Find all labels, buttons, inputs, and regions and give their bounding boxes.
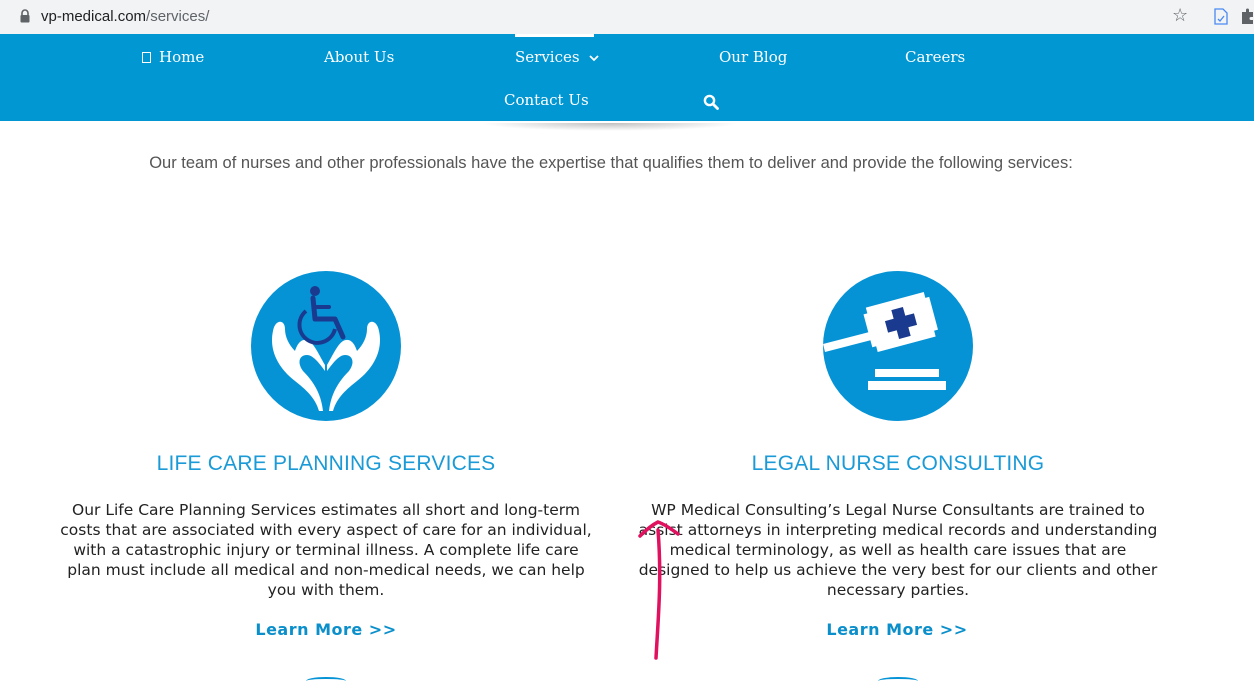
nav-about-us[interactable]: About Us xyxy=(324,48,394,66)
service-description-life-care: Our Life Care Planning Services estimate… xyxy=(60,501,592,599)
medical-gavel-icon xyxy=(823,271,973,421)
chevron-down-icon xyxy=(589,54,599,61)
next-service-icon-edge xyxy=(306,677,346,681)
home-icon xyxy=(142,52,151,63)
nav-careers[interactable]: Careers xyxy=(905,48,965,66)
services-intro-text: Our team of nurses and other professiona… xyxy=(149,154,1073,172)
nav-services[interactable]: Services xyxy=(515,48,599,66)
learn-more-legal-nurse-link[interactable]: Learn More >> xyxy=(747,620,1047,639)
nav-shadow xyxy=(480,123,740,131)
service-description-legal-nurse: WP Medical Consulting’s Legal Nurse Cons… xyxy=(638,501,1158,599)
nav-contact-us-label: Contact Us xyxy=(504,91,589,109)
service-title-life-care: LIFE CARE PLANNING SERVICES xyxy=(156,452,496,475)
bookmark-star-icon[interactable]: ☆ xyxy=(1172,6,1188,26)
learn-more-life-care-link[interactable]: Learn More >> xyxy=(176,620,476,639)
service-title-legal-nurse: LEGAL NURSE CONSULTING xyxy=(751,452,1045,475)
nav-careers-label: Careers xyxy=(905,48,966,66)
nav-home-label: Home xyxy=(159,48,205,66)
nav-home[interactable]: Home xyxy=(142,48,204,66)
next-service-icon-edge xyxy=(878,677,918,681)
lock-icon xyxy=(20,9,30,23)
nav-our-blog[interactable]: Our Blog xyxy=(719,48,787,66)
annotation-arrow xyxy=(638,520,680,660)
document-extension-icon[interactable] xyxy=(1214,8,1228,25)
browser-address-bar: vp-medical.com/services/ ☆ xyxy=(0,0,1254,34)
url-field[interactable]: vp-medical.com/services/ xyxy=(41,8,209,25)
nav-services-label: Services xyxy=(515,48,580,66)
nav-contact-us[interactable]: Contact Us xyxy=(504,91,589,109)
nav-our-blog-label: Our Blog xyxy=(719,48,788,66)
url-host: vp-medical.com xyxy=(41,8,147,25)
extensions-puzzle-icon[interactable] xyxy=(1240,8,1254,25)
nav-about-us-label: About Us xyxy=(324,48,395,66)
search-icon[interactable] xyxy=(703,94,719,110)
active-tab-indicator xyxy=(515,34,594,37)
url-path: /services/ xyxy=(146,8,210,25)
wheelchair-hands-icon xyxy=(251,271,401,421)
